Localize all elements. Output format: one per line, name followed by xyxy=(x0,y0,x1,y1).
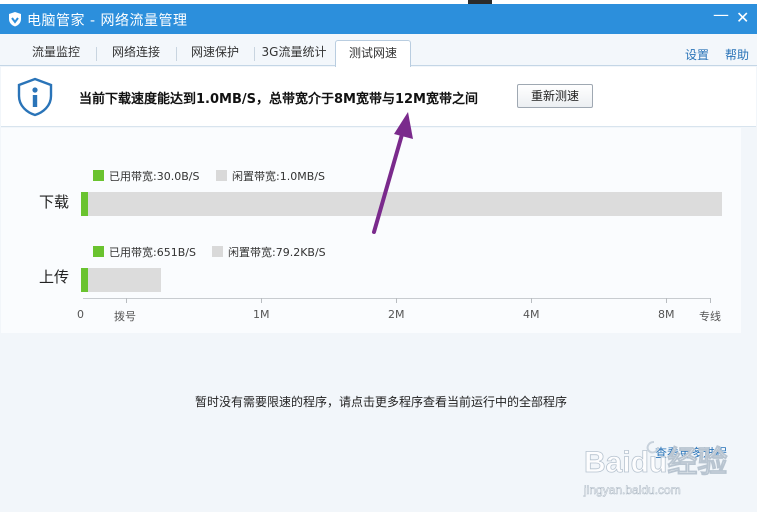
axis-tick-label: 8M xyxy=(658,308,675,321)
minimize-button[interactable]: — xyxy=(713,6,729,24)
download-idle-text: 闲置带宽:1.0MB/S xyxy=(232,170,325,183)
download-used-text: 已用带宽:30.0B/S xyxy=(109,170,200,183)
axis-tick xyxy=(396,298,397,303)
tab-label: 流量监控 xyxy=(31,45,80,59)
download-used-fill xyxy=(81,192,88,216)
tab-divider xyxy=(254,47,255,61)
axis-tick xyxy=(710,298,711,303)
axis-tick xyxy=(261,298,262,303)
view-more-processes-link[interactable]: 查看更多进程 xyxy=(655,444,727,461)
download-idle-legend: 闲置带宽:1.0MB/S xyxy=(216,168,325,184)
used-swatch xyxy=(93,170,104,181)
axis-tick-label: 4M xyxy=(523,308,540,321)
title-bar: 电脑管家 - 网络流量管理 — ✕ xyxy=(0,4,757,34)
axis-tick-label: 拨号 xyxy=(114,310,136,323)
tab-traffic-monitor[interactable]: 流量监控 xyxy=(18,40,94,66)
speed-result-banner: 当前下载速度能达到1.0MB/S，总带宽介于8M宽带与12M宽带之间 重新测速 xyxy=(1,67,756,127)
speed-scale-axis xyxy=(83,298,711,299)
axis-tick-label: 0 xyxy=(77,308,84,321)
tab-label: 网络连接 xyxy=(111,45,160,59)
window-title: 电脑管家 - 网络流量管理 xyxy=(27,13,188,29)
tab-divider xyxy=(176,47,177,61)
tab-label: 网速保护 xyxy=(190,45,239,59)
speed-result-message: 当前下载速度能达到1.0MB/S，总带宽介于8M宽带与12M宽带之间 xyxy=(79,92,478,107)
axis-tick xyxy=(126,298,127,303)
tab-network-connections[interactable]: 网络连接 xyxy=(98,40,174,66)
help-link[interactable]: 帮助 xyxy=(725,46,749,63)
settings-link[interactable]: 设置 xyxy=(685,46,709,63)
tab-3g-traffic-stats[interactable]: 3G流量统计 xyxy=(256,40,332,66)
axis-tick-label: 2M xyxy=(388,308,405,321)
tab-speed-test[interactable]: 测试网速 xyxy=(335,40,411,67)
used-swatch xyxy=(93,246,104,257)
shield-logo-icon xyxy=(9,12,21,27)
download-used-legend: 已用带宽:30.0B/S xyxy=(93,168,199,184)
upload-used-fill xyxy=(81,268,88,292)
download-label: 下载 xyxy=(39,193,70,211)
upload-used-legend: 已用带宽:651B/S xyxy=(93,244,196,260)
download-bandwidth-bar xyxy=(81,192,722,216)
tab-label: 测试网速 xyxy=(348,46,397,60)
upload-used-text: 已用带宽:651B/S xyxy=(109,246,196,259)
axis-tick-label: 专线 xyxy=(699,310,721,323)
upload-idle-text: 闲置带宽:79.2KB/S xyxy=(228,246,326,259)
upload-idle-legend: 闲置带宽:79.2KB/S xyxy=(212,244,326,260)
idle-swatch xyxy=(212,246,223,257)
close-button[interactable]: ✕ xyxy=(736,9,749,27)
retest-button[interactable]: 重新测速 xyxy=(517,84,593,108)
axis-tick xyxy=(531,298,532,303)
axis-tick-label: 1M xyxy=(253,308,270,321)
tab-divider xyxy=(96,47,97,61)
upload-bandwidth-bar xyxy=(81,268,161,292)
idle-swatch xyxy=(216,170,227,181)
info-shield-icon xyxy=(17,77,53,117)
watermark-url-text: jingyan.baidu.com xyxy=(583,483,681,497)
no-limited-programs-message: 暂时没有需要限速的程序，请点击更多程序查看当前运行中的全部程序 xyxy=(194,395,567,409)
axis-tick xyxy=(666,298,667,303)
tab-label: 3G流量统计 xyxy=(261,45,327,59)
bandwidth-panel: 已用带宽:30.0B/S 闲置带宽:1.0MB/S 下载 已用带宽:651B/S… xyxy=(1,128,741,333)
tab-bar: 流量监控 网络连接 网速保护 3G流量统计 测试网速 设置 帮助 xyxy=(0,34,757,67)
tab-speed-protection[interactable]: 网速保护 xyxy=(178,40,252,66)
upload-label: 上传 xyxy=(39,268,70,286)
